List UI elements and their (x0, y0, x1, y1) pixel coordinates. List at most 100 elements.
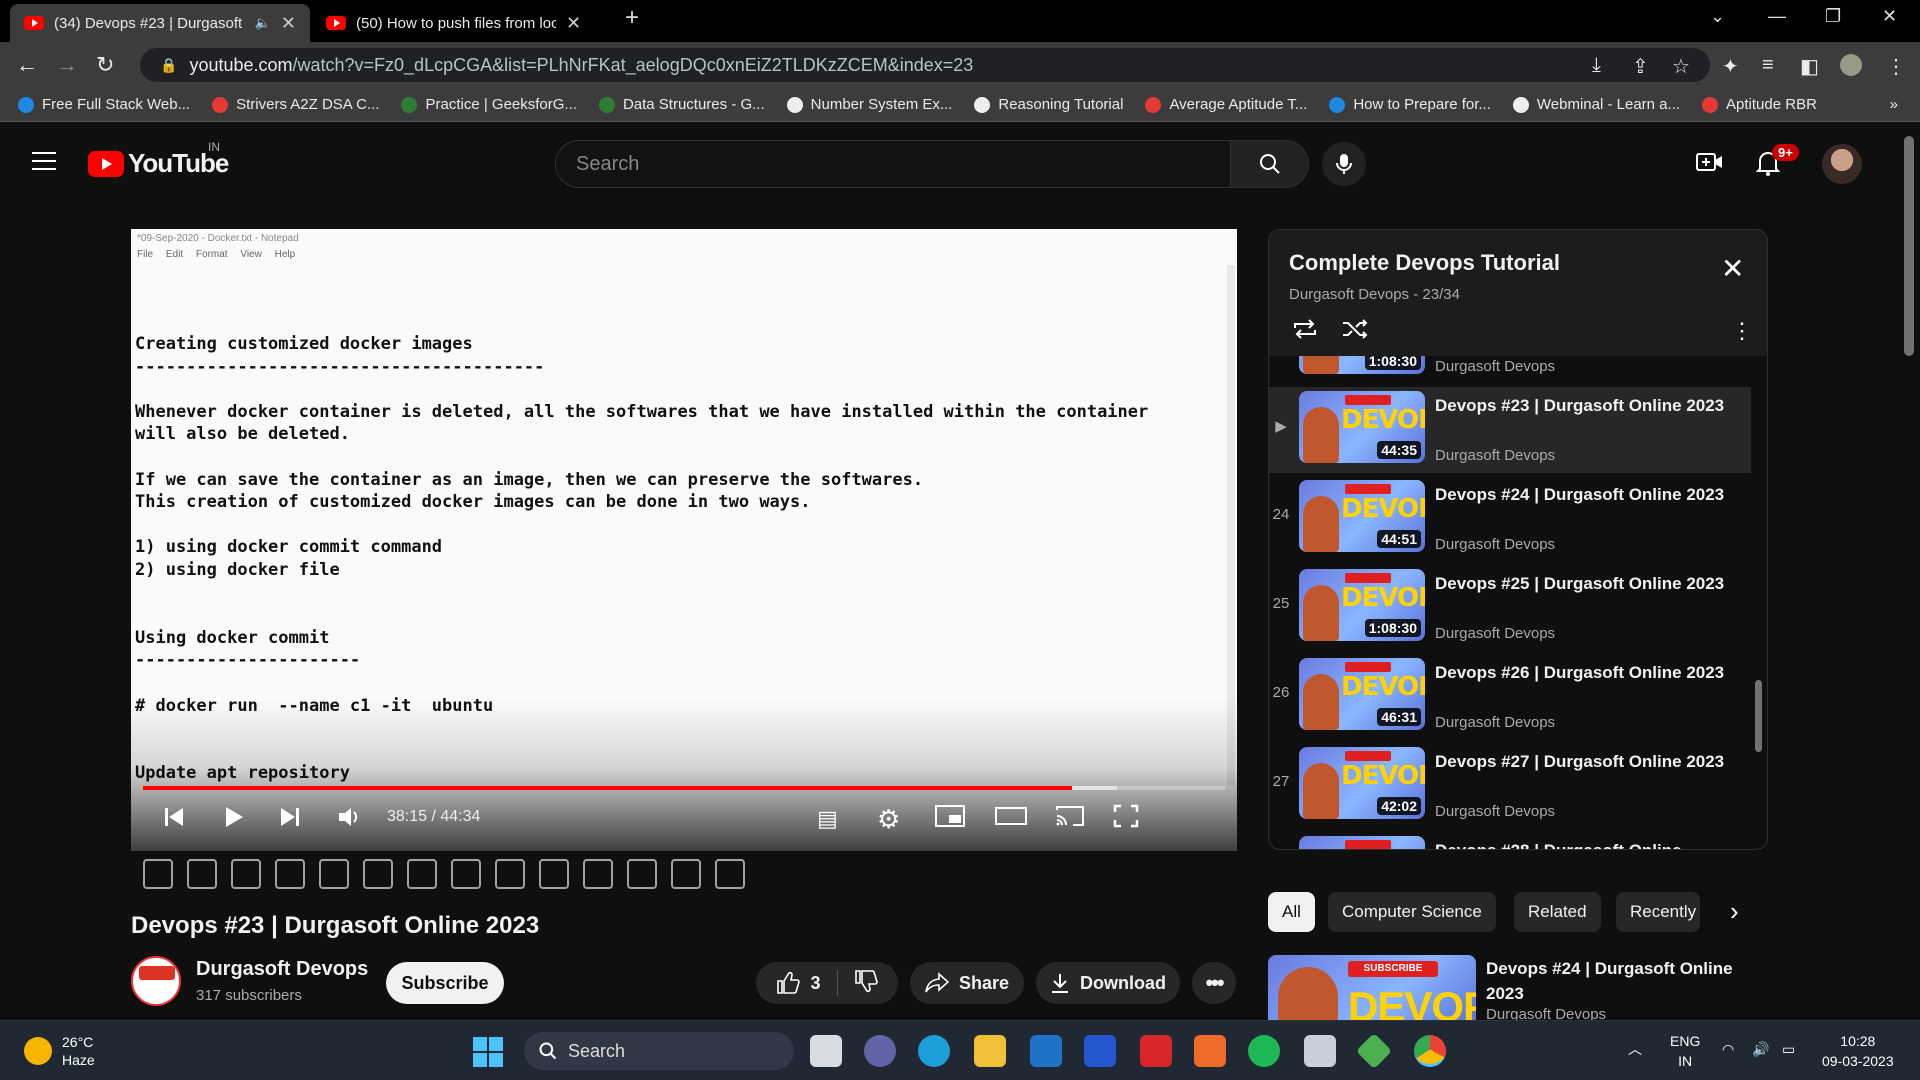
weather-widget[interactable]: 26°C Haze (24, 1033, 95, 1069)
brightness-icon[interactable] (715, 859, 745, 889)
start-windows-icon[interactable] (473, 1037, 503, 1067)
recommendation-thumbnail[interactable]: SUBSCRIBE DEVOPS (1268, 955, 1476, 1025)
address-bar[interactable]: 🔒 youtube.com/watch?v=Fz0_dLcpCGA&list=P… (140, 48, 1710, 82)
more-bookmarks-icon[interactable]: » (1890, 96, 1898, 113)
bookmark-item[interactable]: Strivers A2Z DSA C... (212, 96, 379, 113)
broadcast-icon[interactable] (231, 859, 261, 889)
spotify-icon[interactable] (1248, 1035, 1280, 1067)
tab-search-chevron-icon[interactable]: ⌄ (1710, 6, 1725, 27)
playlist-item-thumbnail[interactable]: DEVOPS 46:31 (1299, 658, 1425, 730)
miniplayer-icon[interactable] (935, 804, 965, 834)
next-icon[interactable] (279, 805, 301, 835)
add-screen-icon[interactable] (583, 859, 613, 889)
page-scrollbar[interactable] (1904, 136, 1914, 356)
play-icon[interactable] (223, 805, 245, 835)
bookmark-item[interactable]: Free Full Stack Web... (18, 96, 190, 113)
more-actions-button[interactable]: ••• (1192, 962, 1236, 1004)
screen-record-icon[interactable] (363, 859, 393, 889)
back-icon[interactable]: ← (16, 52, 38, 78)
playlist-item-thumbnail[interactable]: DEVOPS1:08:30 (1299, 569, 1425, 641)
playlist-item-thumbnail[interactable]: DEVOPS 44:35 (1299, 391, 1425, 463)
share-page-icon[interactable]: ⇪ (1632, 54, 1649, 79)
taskbar-search[interactable]: Search (524, 1032, 794, 1070)
bookmark-item[interactable]: Reasoning Tutorial (974, 96, 1123, 113)
fullscreen-icon[interactable] (1113, 804, 1139, 834)
previous-icon[interactable] (163, 805, 185, 835)
file-explorer-icon[interactable] (974, 1035, 1006, 1067)
video-player[interactable]: *09-Sep-2020 - Docker.txt - Notepad File… (131, 229, 1237, 851)
profile-avatar[interactable] (1840, 54, 1862, 76)
channel-avatar[interactable] (131, 956, 181, 1006)
ads-off-icon[interactable] (319, 859, 349, 889)
chip-recently[interactable]: Recently (1616, 892, 1700, 932)
git-app-icon[interactable] (1355, 1032, 1393, 1070)
youtube-logo[interactable]: YouTube IN (88, 140, 229, 179)
close-playlist-icon[interactable]: ✕ (1721, 252, 1744, 285)
lock-icon[interactable]: 🔒 (160, 57, 177, 74)
channel-name[interactable]: Durgasoft Devops (196, 958, 368, 981)
volume-icon[interactable] (337, 805, 363, 835)
dislike-button[interactable] (854, 969, 878, 998)
chip-computer-science[interactable]: Computer Science (1328, 892, 1496, 932)
playlist-item-thumbnail[interactable]: DEVOPS1:08:30 (1299, 356, 1425, 374)
input-language[interactable]: ENG IN (1670, 1031, 1700, 1071)
wifi-icon[interactable]: ◠ (1722, 1039, 1734, 1059)
tab-youtube-devops[interactable]: (34) Devops #23 | Durgasoft 🔈 ✕ (10, 4, 310, 42)
download-button[interactable]: Download (1036, 962, 1180, 1004)
account-avatar[interactable] (1822, 144, 1862, 184)
battery-icon[interactable]: ▭ (1782, 1039, 1795, 1059)
share-button[interactable]: Share (910, 962, 1024, 1004)
playlist-item[interactable]: DEVOPS Devops #28 | Durgasoft Online (1269, 832, 1751, 849)
calendar-app-icon[interactable] (1194, 1035, 1226, 1067)
keyboard-icon[interactable] (671, 859, 701, 889)
playlist-scrollbar[interactable] (1755, 680, 1762, 752)
mail-icon[interactable] (1030, 1035, 1062, 1067)
subtitles-icon[interactable]: ▤ (817, 806, 838, 832)
edge-icon[interactable] (918, 1035, 950, 1067)
chrome-menu-icon[interactable]: ⋮ (1886, 54, 1906, 79)
extensions-puzzle-icon[interactable]: ✦ (1722, 54, 1739, 79)
chip-all[interactable]: All (1268, 892, 1315, 932)
bookmark-item[interactable]: Number System Ex... (786, 96, 952, 113)
tab-push-files[interactable]: (50) How to push files from local ✕ (312, 4, 612, 42)
sort-icon[interactable] (187, 859, 217, 889)
chips-next-icon[interactable]: › (1730, 896, 1739, 927)
bookmark-item[interactable]: Data Structures - G... (598, 96, 765, 113)
new-tab-icon[interactable]: + (625, 4, 639, 32)
loop-icon[interactable] (143, 859, 173, 889)
search-button[interactable] (1231, 140, 1309, 188)
film-strip-icon[interactable] (495, 859, 525, 889)
star-icon[interactable] (275, 859, 305, 889)
playlist-item[interactable]: DEVOPS1:08:30 Durgasoft Devops (1269, 356, 1751, 384)
create-video-icon[interactable] (1696, 150, 1724, 179)
show-hidden-icons-icon[interactable]: ︿ (1628, 1039, 1642, 1059)
playlist-item[interactable]: 27 DEVOPS 42:02 Devops #27 | Durgasoft Onli… (1269, 743, 1751, 829)
cast-icon[interactable] (1055, 804, 1085, 834)
visual-studio-icon[interactable] (1084, 1035, 1116, 1067)
shuffle-icon[interactable] (1341, 318, 1369, 346)
close-tab-icon[interactable]: ✕ (566, 13, 581, 34)
camera-icon[interactable] (627, 859, 657, 889)
forward-icon[interactable]: → (56, 52, 78, 78)
playlist-menu-icon[interactable]: ⋮ (1731, 318, 1753, 344)
speed-gauge-icon[interactable] (539, 859, 569, 889)
teams-chat-icon[interactable] (864, 1035, 896, 1067)
playlist-title[interactable]: Complete Devops Tutorial (1289, 250, 1560, 276)
close-tab-icon[interactable]: ✕ (281, 13, 296, 34)
reading-list-icon[interactable]: ≡ (1762, 54, 1774, 77)
close-window-icon[interactable]: ✕ (1882, 6, 1897, 27)
theater-mode-icon[interactable] (995, 804, 1027, 834)
chrome-icon[interactable] (1414, 1035, 1446, 1067)
minimize-icon[interactable]: — (1768, 6, 1786, 27)
voice-search-button[interactable] (1322, 142, 1366, 186)
chip-related[interactable]: Related (1514, 892, 1601, 932)
side-panel-icon[interactable]: ◧ (1800, 54, 1819, 79)
subscribe-button[interactable]: Subscribe (386, 962, 504, 1004)
bookmark-item[interactable]: Webminal - Learn a... (1512, 96, 1680, 113)
install-app-icon[interactable]: ⤓ (1592, 54, 1601, 77)
guide-menu-icon[interactable] (32, 152, 56, 170)
bookmark-item[interactable]: Aptitude RBR (1702, 96, 1817, 113)
task-view-icon[interactable] (810, 1035, 842, 1067)
bookmark-item[interactable]: How to Prepare for... (1329, 96, 1491, 113)
playlist-item-thumbnail[interactable]: DEVOPS (1299, 836, 1425, 849)
